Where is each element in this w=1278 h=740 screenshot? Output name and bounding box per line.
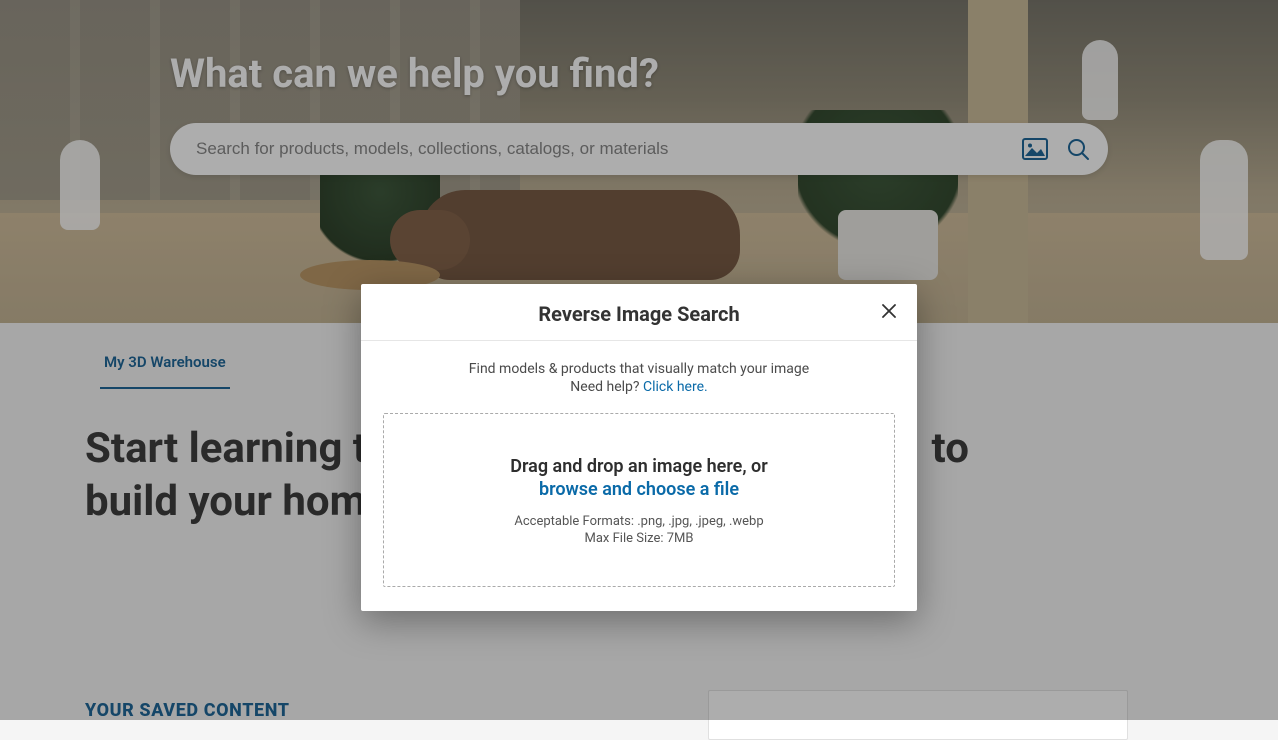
browse-file-link[interactable]: browse and choose a file: [400, 479, 878, 500]
close-button[interactable]: [875, 298, 903, 326]
modal-header: Reverse Image Search: [361, 284, 917, 341]
image-dropzone[interactable]: Drag and drop an image here, or browse a…: [383, 413, 895, 587]
modal-help: Need help? Click here.: [383, 379, 895, 395]
close-icon: [882, 302, 896, 323]
dropzone-formats: Acceptable Formats: .png, .jpg, .jpeg, .…: [400, 514, 878, 529]
modal-title: Reverse Image Search: [361, 302, 917, 326]
dropzone-instruction: Drag and drop an image here, or: [400, 456, 878, 477]
modal-help-prefix: Need help?: [570, 379, 643, 395]
modal-overlay[interactable]: Reverse Image Search Find models & produ…: [0, 0, 1278, 720]
reverse-image-search-modal: Reverse Image Search Find models & produ…: [361, 284, 917, 611]
modal-help-link[interactable]: Click here.: [643, 379, 708, 395]
dropzone-max-size: Max File Size: 7MB: [400, 531, 878, 546]
modal-body: Find models & products that visually mat…: [361, 341, 917, 611]
modal-description: Find models & products that visually mat…: [383, 361, 895, 377]
